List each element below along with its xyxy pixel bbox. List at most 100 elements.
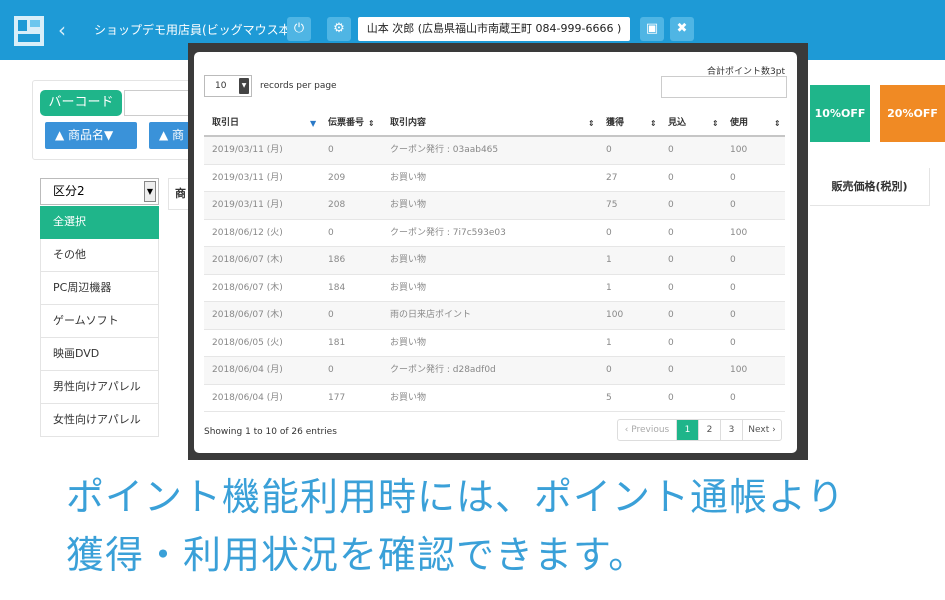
previous-page-button[interactable]: ‹ Previous xyxy=(618,420,677,440)
cell-content: お買い物 xyxy=(390,282,427,293)
discount-20-button[interactable]: 20%OFF xyxy=(880,85,945,142)
cell-expected: 0 xyxy=(668,282,674,293)
search-input[interactable] xyxy=(661,76,787,98)
cell-date: 2019/03/11 (月) xyxy=(212,200,283,210)
category-select[interactable]: 区分2 ▼ xyxy=(40,178,159,205)
cell-used: 100 xyxy=(730,145,748,155)
table-row: 2018/06/07 (木) 184 お買い物 1 0 0 xyxy=(204,275,785,302)
sort-product-name-button[interactable]: ▲ 商品名▼ xyxy=(45,122,137,149)
settings-icon[interactable]: ⚙ xyxy=(327,17,351,41)
point-book-modal: 合計ポイント数3pt 10 ▼ records per page 取引日 ▼ 伝… xyxy=(194,52,797,453)
category-item-games[interactable]: ゲームソフト xyxy=(40,305,159,338)
cell-content: 雨の日来店ポイント xyxy=(390,310,472,320)
cell-expected: 0 xyxy=(668,310,674,320)
table-row: 2019/03/11 (月) 209 お買い物 27 0 0 xyxy=(204,165,785,192)
cell-expected: 0 xyxy=(668,227,674,238)
cell-date: 2019/03/11 (月) xyxy=(212,145,283,155)
document-icon[interactable]: ▣ xyxy=(640,17,664,41)
category-item-dvd[interactable]: 映画DVD xyxy=(40,338,159,371)
cell-used: 100 xyxy=(730,365,748,375)
sort-icon[interactable]: ⇕ xyxy=(368,110,375,137)
cell-used: 0 xyxy=(730,282,736,293)
page-size-value: 10 xyxy=(215,81,227,91)
cell-earned: 100 xyxy=(606,310,624,320)
cell-earned: 1 xyxy=(606,337,612,348)
cell-used: 0 xyxy=(730,337,736,348)
cell-content: お買い物 xyxy=(390,172,427,183)
page-3-button[interactable]: 3 xyxy=(721,420,743,440)
sort-icon[interactable]: ⇕ xyxy=(650,110,657,137)
cell-used: 0 xyxy=(730,172,736,183)
transactions-table: 取引日 ▼ 伝票番号 ⇕ 取引内容 ⇕ 獲得 ⇕ 見込 ⇕ 使用 ⇕ 2019/… xyxy=(204,110,785,412)
table-row: 2018/06/07 (木) 0 雨の日来店ポイント 100 0 0 xyxy=(204,302,785,330)
cell-used: 100 xyxy=(730,227,748,238)
price-column-header: 販売価格(税別) xyxy=(810,168,930,206)
barcode-button[interactable]: バーコード xyxy=(40,90,122,116)
category-item-other[interactable]: その他 xyxy=(40,239,159,272)
caption: ポイント機能利用時には、ポイント通帳より 獲得・利用状況を確認できます。 xyxy=(66,468,926,584)
cell-earned: 0 xyxy=(606,227,612,238)
page-2-button[interactable]: 2 xyxy=(699,420,721,440)
cell-earned: 1 xyxy=(606,255,612,265)
cell-date: 2018/06/12 (火) xyxy=(212,227,283,238)
cell-date: 2018/06/07 (木) xyxy=(212,310,283,320)
sort-icon[interactable]: ⇕ xyxy=(712,110,719,137)
cell-date: 2019/03/11 (月) xyxy=(212,172,283,183)
cell-expected: 0 xyxy=(668,172,674,183)
discount-10-button[interactable]: 10%OFF xyxy=(810,85,870,142)
page-size-select[interactable]: 10 ▼ xyxy=(204,75,252,97)
cell-expected: 0 xyxy=(668,337,674,348)
close-icon[interactable]: ✖ xyxy=(670,17,694,41)
power-icon[interactable]: ⏻ xyxy=(287,17,311,41)
cell-expected: 0 xyxy=(668,200,674,210)
app-logo-icon[interactable] xyxy=(14,16,44,46)
cell-slip-no: 177 xyxy=(328,392,346,403)
column-header-content[interactable]: 取引内容 xyxy=(390,110,600,135)
customer-info[interactable]: 山本 次郎 (広島県福山市南蔵王町 084-999-6666 ) xyxy=(358,17,630,41)
cell-date: 2018/06/07 (木) xyxy=(212,282,283,293)
sort-desc-icon[interactable]: ▼ xyxy=(310,110,316,137)
cell-date: 2018/06/04 (月) xyxy=(212,365,283,375)
table-row: 2018/06/04 (月) 0 クーポン発行 : d28adf0d 0 0 1… xyxy=(204,357,785,385)
table-row: 2019/03/11 (月) 208 お買い物 75 0 0 xyxy=(204,192,785,220)
cell-content: クーポン発行 : d28adf0d xyxy=(390,365,496,375)
category-item-pc[interactable]: PC周辺機器 xyxy=(40,272,159,305)
cell-earned: 75 xyxy=(606,200,618,210)
cell-content: クーポン発行 : 7i7c593e03 xyxy=(390,227,506,238)
shop-name: ショップデモ用店員(ビッグマウス本店) xyxy=(94,23,308,37)
table-row: 2018/06/04 (月) 177 お買い物 5 0 0 xyxy=(204,385,785,412)
cell-used: 0 xyxy=(730,392,736,403)
cell-earned: 0 xyxy=(606,365,612,375)
column-header-date[interactable]: 取引日 xyxy=(212,110,324,135)
cell-slip-no: 208 xyxy=(328,200,346,210)
category-item-mens[interactable]: 男性向けアパレル xyxy=(40,371,159,404)
page-1-button[interactable]: 1 xyxy=(677,420,699,440)
pagination: ‹ Previous 1 2 3 Next › xyxy=(617,419,782,441)
table-row: 2018/06/12 (火) 0 クーポン発行 : 7i7c593e03 0 0… xyxy=(204,220,785,247)
cell-slip-no: 181 xyxy=(328,337,346,348)
chevron-down-icon[interactable]: ▼ xyxy=(144,181,156,202)
entries-info: Showing 1 to 10 of 26 entries xyxy=(204,427,337,437)
category-item-all[interactable]: 全選択 xyxy=(40,206,159,239)
cell-slip-no: 209 xyxy=(328,172,346,183)
cell-content: お買い物 xyxy=(390,200,427,210)
cell-earned: 0 xyxy=(606,145,612,155)
cell-expected: 0 xyxy=(668,365,674,375)
cell-content: クーポン発行 : 03aab465 xyxy=(390,145,499,155)
cell-date: 2018/06/04 (月) xyxy=(212,392,283,403)
cell-slip-no: 0 xyxy=(328,145,334,155)
category-item-womens[interactable]: 女性向けアパレル xyxy=(40,404,159,437)
category-list: 全選択 その他 PC周辺機器 ゲームソフト 映画DVD 男性向けアパレル 女性向… xyxy=(40,206,159,437)
next-page-button[interactable]: Next › xyxy=(743,420,781,440)
sort-icon[interactable]: ⇕ xyxy=(588,110,595,137)
cell-expected: 0 xyxy=(668,145,674,155)
column-header-slip-no[interactable]: 伝票番号 xyxy=(328,110,384,135)
caption-line-1: ポイント機能利用時には、ポイント通帳より xyxy=(66,475,846,519)
chevron-down-icon[interactable]: ▼ xyxy=(239,78,249,94)
sort-icon[interactable]: ⇕ xyxy=(774,110,781,137)
cell-slip-no: 0 xyxy=(328,310,334,320)
records-per-page-label: records per page xyxy=(260,81,337,91)
back-arrow-icon[interactable]: ‹ xyxy=(58,18,66,42)
cell-content: お買い物 xyxy=(390,255,427,265)
caption-line-2: 獲得・利用状況を確認できます。 xyxy=(66,533,648,577)
